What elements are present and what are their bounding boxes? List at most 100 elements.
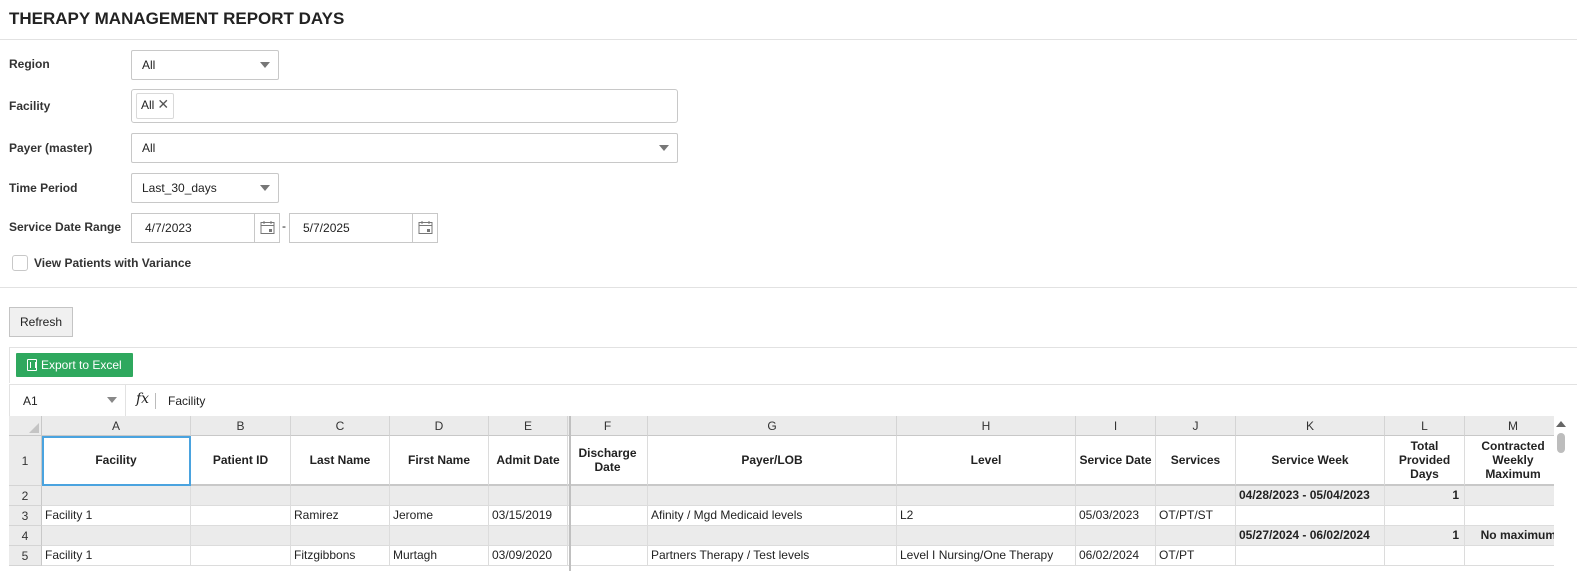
name-box[interactable]: A1 xyxy=(23,394,38,408)
scroll-up-arrow-icon[interactable] xyxy=(1556,421,1566,427)
column-title[interactable]: Total Provided Days xyxy=(1385,436,1465,486)
group-row-cell[interactable]: 05/27/2024 - 06/02/2024 xyxy=(1236,526,1385,546)
group-row-cell[interactable] xyxy=(1076,486,1156,506)
table-cell[interactable]: 05/03/2023 xyxy=(1076,506,1156,526)
group-row-cell[interactable] xyxy=(1156,486,1236,506)
group-row-cell[interactable] xyxy=(390,526,489,546)
calendar-button[interactable] xyxy=(254,214,279,242)
scroll-thumb[interactable] xyxy=(1557,433,1565,453)
calendar-button[interactable] xyxy=(412,214,437,242)
variance-checkbox[interactable] xyxy=(12,255,28,271)
spreadsheet-grid[interactable]: A B C D E F G H I J K L M 1 2 3 4 5 Facility Patient ID Last… xyxy=(9,416,1554,571)
row-header[interactable]: 4 xyxy=(9,526,42,546)
column-title[interactable]: Patient ID xyxy=(191,436,291,486)
group-row-cell[interactable] xyxy=(648,526,897,546)
table-cell[interactable] xyxy=(568,506,648,526)
table-cell[interactable]: Ramirez xyxy=(291,506,390,526)
column-title[interactable]: Service Week xyxy=(1236,436,1385,486)
column-header-g[interactable]: G xyxy=(648,416,897,436)
formula-input[interactable]: Facility xyxy=(168,394,205,408)
table-cell[interactable]: Afinity / Mgd Medicaid levels xyxy=(648,506,897,526)
table-cell[interactable] xyxy=(191,506,291,526)
group-row-cell[interactable] xyxy=(42,526,191,546)
column-header-c[interactable]: C xyxy=(291,416,390,436)
table-cell[interactable]: Partners Therapy / Test levels xyxy=(648,546,897,566)
row-header[interactable]: 3 xyxy=(9,506,42,526)
table-cell[interactable]: Murtagh xyxy=(390,546,489,566)
column-title[interactable]: Service Date xyxy=(1076,436,1156,486)
name-box-dropdown[interactable] xyxy=(101,385,125,416)
table-cell[interactable]: 03/09/2020 xyxy=(489,546,568,566)
column-header-h[interactable]: H xyxy=(897,416,1076,436)
row-header[interactable]: 5 xyxy=(9,546,42,566)
column-title[interactable]: Level xyxy=(897,436,1076,486)
table-cell[interactable] xyxy=(568,546,648,566)
group-row-cell[interactable] xyxy=(568,526,648,546)
group-row-cell[interactable] xyxy=(191,486,291,506)
group-row-cell[interactable] xyxy=(42,486,191,506)
column-title[interactable]: Facility xyxy=(42,436,191,486)
column-header-i[interactable]: I xyxy=(1076,416,1156,436)
group-row-cell[interactable]: 1 xyxy=(1385,526,1465,546)
table-cell[interactable]: OT/PT/ST xyxy=(1156,506,1236,526)
group-row-cell[interactable] xyxy=(390,486,489,506)
group-row-cell[interactable] xyxy=(191,526,291,546)
table-cell[interactable]: OT/PT xyxy=(1156,546,1236,566)
column-title[interactable]: Admit Date xyxy=(489,436,568,486)
column-title[interactable]: Discharge Date xyxy=(568,436,648,486)
column-header-l[interactable]: L xyxy=(1385,416,1465,436)
group-row-cell[interactable] xyxy=(291,526,390,546)
row-header[interactable]: 1 xyxy=(9,436,42,486)
close-icon[interactable]: ✕ xyxy=(157,94,169,114)
column-header-e[interactable]: E xyxy=(489,416,568,436)
group-row-cell[interactable]: No maximum xyxy=(1465,526,1554,546)
vertical-scrollbar[interactable] xyxy=(1554,416,1568,571)
table-cell[interactable]: L2 xyxy=(897,506,1076,526)
column-header-j[interactable]: J xyxy=(1156,416,1236,436)
refresh-button[interactable]: Refresh xyxy=(9,307,73,337)
payer-select[interactable]: All xyxy=(131,133,678,163)
table-cell[interactable]: 03/15/2019 xyxy=(489,506,568,526)
group-row-cell[interactable] xyxy=(568,486,648,506)
column-title[interactable]: Payer/LOB xyxy=(648,436,897,486)
select-all-corner[interactable] xyxy=(9,416,42,436)
group-row-cell[interactable] xyxy=(1156,526,1236,546)
row-header[interactable]: 2 xyxy=(9,486,42,506)
table-cell[interactable] xyxy=(191,546,291,566)
group-row-cell[interactable] xyxy=(897,526,1076,546)
start-date-field[interactable]: 4/7/2023 xyxy=(131,213,280,243)
column-header-b[interactable]: B xyxy=(191,416,291,436)
column-header-f[interactable]: F xyxy=(568,416,648,436)
variance-checkbox-label[interactable]: View Patients with Variance xyxy=(34,256,191,270)
column-title[interactable]: Services xyxy=(1156,436,1236,486)
column-header-k[interactable]: K xyxy=(1236,416,1385,436)
table-cell[interactable]: Fitzgibbons xyxy=(291,546,390,566)
group-row-cell[interactable] xyxy=(1465,486,1554,506)
facility-multiselect[interactable]: All ✕ xyxy=(131,89,678,123)
group-row-cell[interactable] xyxy=(648,486,897,506)
column-title[interactable]: First Name xyxy=(390,436,489,486)
table-cell[interactable] xyxy=(1236,546,1385,566)
group-row-cell[interactable]: 04/28/2023 - 05/04/2023 xyxy=(1236,486,1385,506)
export-to-excel-button[interactable]: Export to Excel xyxy=(16,353,133,377)
table-cell[interactable]: 06/02/2024 xyxy=(1076,546,1156,566)
time-period-select[interactable]: Last_30_days xyxy=(131,173,279,203)
column-header-d[interactable]: D xyxy=(390,416,489,436)
table-cell[interactable] xyxy=(1385,546,1465,566)
table-cell[interactable] xyxy=(1465,546,1554,566)
table-cell[interactable]: Level I Nursing/One Therapy xyxy=(897,546,1076,566)
group-row-cell[interactable] xyxy=(291,486,390,506)
region-select[interactable]: All xyxy=(131,50,279,80)
table-cell[interactable]: Facility 1 xyxy=(42,506,191,526)
table-cell[interactable]: Jerome xyxy=(390,506,489,526)
column-title[interactable]: Last Name xyxy=(291,436,390,486)
column-title[interactable]: Contracted Weekly Maximum xyxy=(1465,436,1554,486)
table-cell[interactable] xyxy=(1385,506,1465,526)
group-row-cell[interactable] xyxy=(897,486,1076,506)
group-row-cell[interactable]: 1 xyxy=(1385,486,1465,506)
group-row-cell[interactable] xyxy=(489,486,568,506)
group-row-cell[interactable] xyxy=(489,526,568,546)
table-cell[interactable]: Facility 1 xyxy=(42,546,191,566)
table-cell[interactable] xyxy=(1465,506,1554,526)
column-header-a[interactable]: A xyxy=(42,416,191,436)
